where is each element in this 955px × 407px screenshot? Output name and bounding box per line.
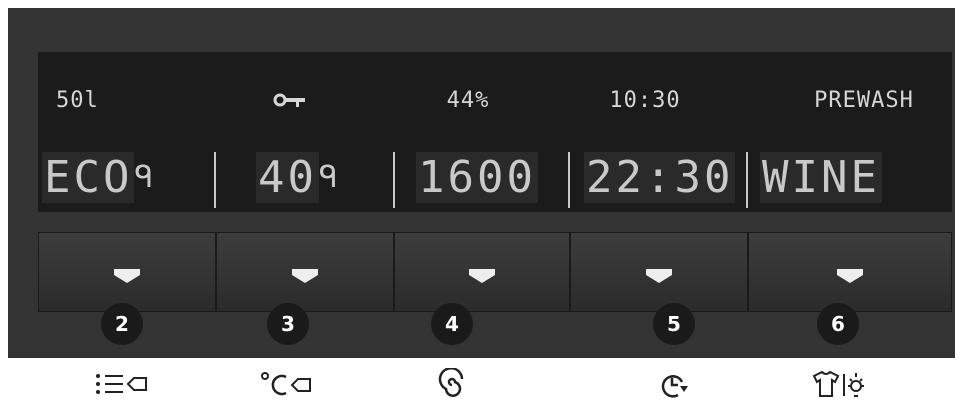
program-display: ECOᑫ — [42, 152, 156, 204]
button-number-badge: 6 — [817, 303, 859, 345]
spin-display: 1600 — [416, 152, 538, 204]
temperature-unit-icon: ᑫ — [318, 160, 341, 195]
lock-icon — [272, 88, 312, 118]
separator — [568, 152, 570, 208]
percent-readout: 44% — [446, 88, 490, 113]
temperature-display: 40ᑫ — [256, 152, 341, 204]
spin-icon — [438, 368, 464, 397]
button-number-badge: 4 — [431, 303, 473, 345]
separator — [746, 152, 748, 208]
chevron-down-icon — [292, 269, 318, 283]
program-button[interactable] — [38, 232, 216, 312]
program-value: ECO — [42, 152, 135, 203]
delay-value: 22:30 — [584, 152, 736, 203]
button-row — [38, 232, 952, 312]
extra-value: WINE — [760, 152, 882, 203]
temperature-icon — [261, 372, 311, 396]
chevron-down-icon — [114, 269, 140, 283]
temperature-value: 40 — [256, 152, 319, 203]
chevron-down-icon — [469, 269, 495, 283]
program-unit-icon: ᑫ — [134, 160, 157, 195]
clock-readout: 10:30 — [609, 88, 681, 113]
extra-display: WINE — [760, 152, 882, 204]
water-readout: 50l — [56, 88, 99, 113]
extra-button[interactable] — [748, 232, 952, 312]
option-readout: PREWASH — [814, 88, 914, 113]
chevron-down-icon — [646, 269, 672, 283]
spin-button[interactable] — [394, 232, 570, 312]
lcd-display: 50l 44% 10:30 PREWASH ECOᑫ 40ᑫ 1600 22:3… — [38, 52, 952, 212]
program-list-icon — [96, 374, 147, 394]
delay-display: 22:30 — [584, 152, 736, 204]
delay-button[interactable] — [570, 232, 748, 312]
shirt-light-icon — [812, 370, 864, 397]
delay-timer-icon — [661, 375, 688, 398]
spin-value: 1600 — [416, 152, 538, 203]
button-number-badge: 5 — [653, 303, 695, 345]
separator — [393, 152, 395, 208]
separator — [214, 152, 216, 208]
temperature-button[interactable] — [216, 232, 394, 312]
chevron-down-icon — [837, 269, 863, 283]
button-number-badge: 2 — [101, 303, 143, 345]
button-number-badge: 3 — [267, 303, 309, 345]
